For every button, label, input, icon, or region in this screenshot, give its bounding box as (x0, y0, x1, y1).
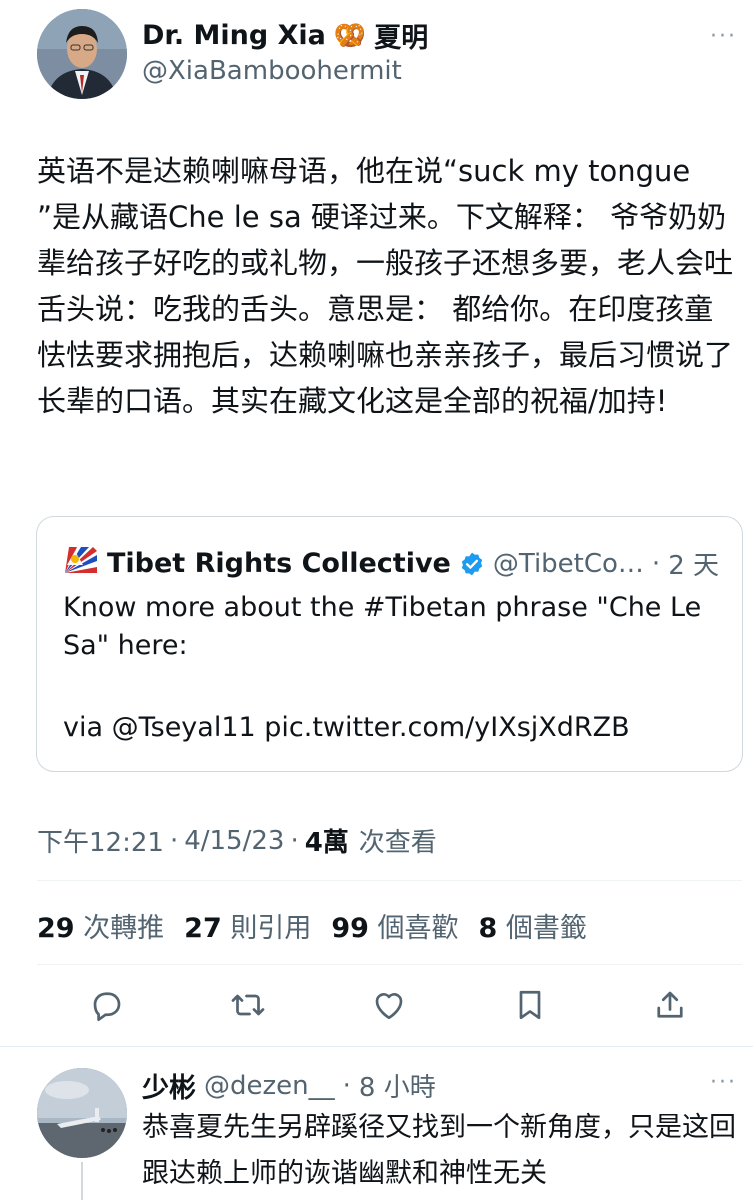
more-options-icon[interactable]: ··· (710, 24, 737, 49)
quotes-stat[interactable]: 27 則引用 (184, 906, 311, 945)
divider (37, 964, 742, 965)
bookmarks-label: 個書籤 (505, 913, 587, 944)
reply-more-options-icon[interactable]: ··· (710, 1070, 737, 1095)
retweets-count: 29 (37, 913, 75, 944)
quotes-count: 27 (184, 913, 222, 944)
author-name-row[interactable]: Dr. Ming Xia 🥨 夏明 (142, 16, 428, 55)
retweet-button[interactable] (226, 983, 270, 1027)
views-label: 次查看 (358, 828, 437, 858)
retweet-icon (231, 994, 265, 1016)
divider (37, 880, 742, 881)
quote-time[interactable]: 2 天 (668, 545, 719, 582)
divider (0, 1046, 753, 1047)
author-name[interactable]: Dr. Ming Xia (142, 20, 326, 51)
tweet-time[interactable]: 下午12:21 (37, 822, 164, 859)
reply-button[interactable] (85, 983, 129, 1027)
reply-author-avatar[interactable] (37, 1068, 127, 1158)
bookmarks-count: 8 (478, 913, 498, 944)
reply-avatar-image (37, 1068, 127, 1158)
reply-icon (93, 992, 121, 1022)
share-button[interactable] (648, 983, 692, 1027)
retweets-label: 次轉推 (83, 913, 165, 944)
tweet-stats-row: 29 次轉推 27 則引用 99 個喜歡 8 個書籤 (37, 906, 587, 945)
tweet-meta-row: 下午12:21 · 4/15/23 · 4萬 次查看 (37, 822, 437, 859)
meta-dot: · (290, 825, 299, 856)
bookmarks-stat[interactable]: 8 個書籤 (479, 906, 587, 945)
reply-separator: · (342, 1070, 351, 1101)
likes-label: 個喜歡 (377, 913, 459, 944)
quote-author-name[interactable]: Tibet Rights Collective (107, 548, 451, 579)
quote-separator: · (651, 548, 661, 579)
reply-time[interactable]: 8 小時 (359, 1067, 436, 1104)
like-icon (375, 993, 403, 1020)
tibet-flag-icon (63, 545, 99, 575)
tweet-date[interactable]: 4/15/23 (184, 826, 284, 856)
reply-author-handle[interactable]: @dezen__ (204, 1071, 335, 1101)
quote-text-line2: via @Tseyal11 pic.twitter.com/yIXsjXdRZB (63, 712, 630, 743)
likes-stat[interactable]: 99 個喜歡 (331, 906, 458, 945)
reply-author-name[interactable]: 少彬 (142, 1066, 196, 1105)
views-count: 4萬 (304, 828, 349, 858)
author-handle[interactable]: @XiaBamboohermit (142, 56, 402, 86)
quote-author-handle[interactable]: @TibetCo… (493, 549, 644, 579)
bookmark-icon (519, 990, 541, 1020)
quoted-tweet-card[interactable]: Tibet Rights Collective @TibetCo… · 2 天 … (36, 516, 743, 772)
meta-dot: · (169, 825, 179, 856)
author-avatar[interactable] (37, 9, 127, 99)
author-name-cn[interactable]: 夏明 (374, 16, 428, 55)
tweet-text: 英语不是达赖喇嘛母语，他在说“suck my tongue ”是从藏语Che l… (37, 154, 734, 418)
avatar-image (37, 9, 127, 99)
quote-text-line1: Know more about the #Tibetan phrase "Che… (63, 592, 702, 661)
verified-badge-icon (459, 551, 485, 577)
reply-header: 少彬 @dezen__ · 8 小時 (142, 1066, 436, 1105)
pretzel-icon: 🥨 (333, 20, 367, 51)
bookmark-button[interactable] (508, 983, 552, 1027)
quotes-label: 則引用 (230, 913, 312, 944)
retweets-stat[interactable]: 29 次轉推 (37, 906, 164, 945)
likes-count: 99 (331, 913, 369, 944)
thread-line (81, 1162, 83, 1200)
reply-text: 恭喜夏先生另辟蹊径又找到一个新角度，只是这回跟达赖上师的诙谐幽默和神性无关 (142, 1112, 736, 1189)
share-icon (657, 991, 683, 1018)
like-button[interactable] (367, 983, 411, 1027)
